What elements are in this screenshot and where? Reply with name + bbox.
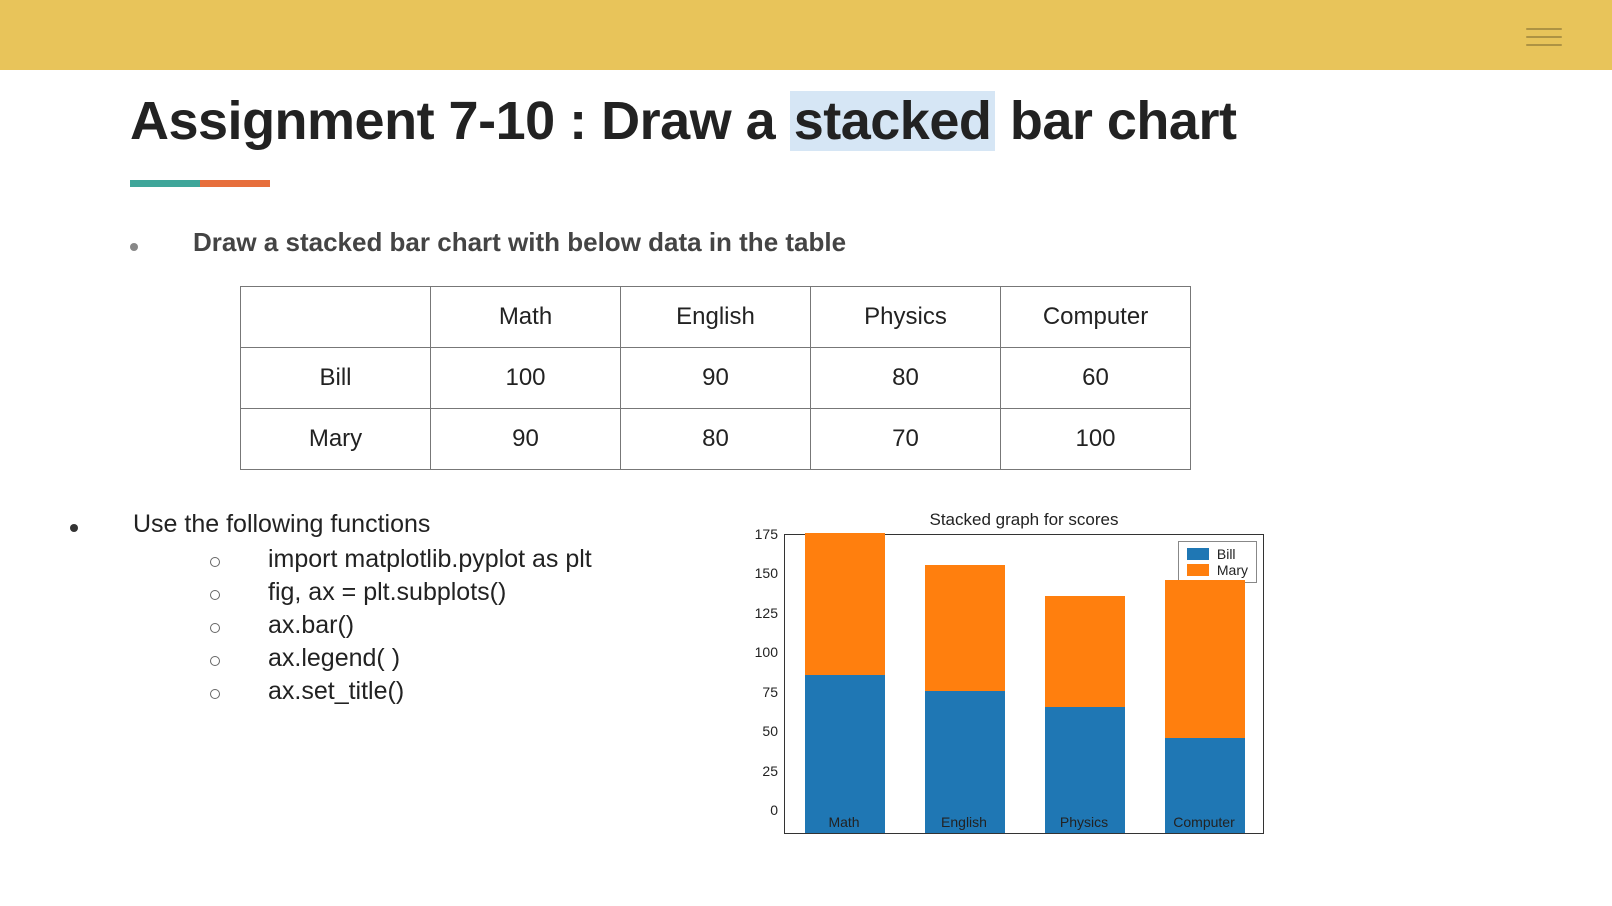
list-item: ax.legend( ): [210, 644, 730, 673]
row-name-mary: Mary: [241, 409, 431, 470]
cell: 80: [621, 409, 811, 470]
chart-y-axis: 0255075100125150175: [730, 510, 784, 810]
bullet-1: Draw a stacked bar chart with below data…: [130, 227, 1482, 258]
cell: 60: [1001, 348, 1191, 409]
cell: 80: [811, 348, 1001, 409]
functions-block: Use the following functions import matpl…: [130, 510, 730, 834]
chart-xlabel: Computer: [1144, 814, 1264, 830]
cell: 100: [431, 348, 621, 409]
chart-ytick: 175: [755, 526, 778, 542]
title-post: bar chart: [995, 91, 1236, 151]
table-row: Bill 100 90 80 60: [241, 348, 1191, 409]
circle-icon: [210, 623, 220, 633]
chart-bar: [1165, 580, 1245, 833]
legend-item: Mary: [1187, 562, 1248, 578]
chart-ytick: 25: [762, 763, 778, 779]
legend-label: Mary: [1217, 562, 1248, 578]
title-pre: Assignment 7-10 : Draw a: [130, 91, 790, 151]
data-table: Math English Physics Computer Bill 100 9…: [240, 286, 1191, 470]
bullet-1-text: Draw a stacked bar chart with below data…: [193, 227, 846, 258]
chart-plot-area: Bill Mary: [784, 534, 1264, 834]
chart-ytick: 125: [755, 605, 778, 621]
legend-item: Bill: [1187, 546, 1248, 562]
bullet-dot-icon: [70, 524, 78, 532]
chart-ytick: 75: [762, 684, 778, 700]
table-header-row: Math English Physics Computer: [241, 287, 1191, 348]
circle-icon: [210, 590, 220, 600]
legend-label: Bill: [1217, 546, 1236, 562]
col-computer: Computer: [1001, 287, 1191, 348]
chart-x-labels: MathEnglishPhysicsComputer: [784, 814, 1264, 830]
chart-ytick: 150: [755, 565, 778, 581]
func-text: ax.legend( ): [268, 644, 400, 673]
menu-icon[interactable]: [1526, 22, 1562, 52]
chart-ytick: 100: [755, 644, 778, 660]
page-title: Assignment 7-10 : Draw a stacked bar cha…: [130, 90, 1482, 152]
chart-xlabel: Physics: [1024, 814, 1144, 830]
circle-icon: [210, 689, 220, 699]
col-physics: Physics: [811, 287, 1001, 348]
legend-swatch-icon: [1187, 564, 1209, 576]
cell: 90: [431, 409, 621, 470]
table-corner-cell: [241, 287, 431, 348]
list-item: ax.set_title(): [210, 677, 730, 706]
circle-icon: [210, 656, 220, 666]
top-banner: [0, 0, 1612, 70]
row-name-bill: Bill: [241, 348, 431, 409]
list-item: import matplotlib.pyplot as plt: [210, 545, 730, 574]
chart-xlabel: Math: [784, 814, 904, 830]
func-text: ax.bar(): [268, 611, 354, 640]
chart-bar: [925, 565, 1005, 833]
cell: 100: [1001, 409, 1191, 470]
chart-legend: Bill Mary: [1178, 541, 1257, 583]
chart-ytick: 0: [770, 802, 778, 818]
chart-title: Stacked graph for scores: [784, 510, 1264, 530]
col-english: English: [621, 287, 811, 348]
chart-bar: [1045, 596, 1125, 833]
title-highlight: stacked: [790, 91, 996, 151]
func-text: ax.set_title(): [268, 677, 404, 706]
chart-xlabel: English: [904, 814, 1024, 830]
slide-content: Assignment 7-10 : Draw a stacked bar cha…: [0, 70, 1612, 834]
chart-bar: [805, 533, 885, 833]
cell: 70: [811, 409, 1001, 470]
chart-container: Stacked graph for scores 0 25 50 75 100 125 15…: [730, 510, 1482, 834]
bullet-2-text: Use the following functions: [133, 510, 430, 539]
legend-swatch-icon: [1187, 548, 1209, 560]
bullet-dot-icon: [130, 243, 138, 251]
func-text: fig, ax = plt.subplots(): [268, 578, 506, 607]
list-item: fig, ax = plt.subplots(): [210, 578, 730, 607]
col-math: Math: [431, 287, 621, 348]
func-text: import matplotlib.pyplot as plt: [268, 545, 592, 574]
cell: 90: [621, 348, 811, 409]
circle-icon: [210, 557, 220, 567]
chart-ytick: 50: [762, 723, 778, 739]
accent-divider: [130, 180, 1482, 187]
list-item: ax.bar(): [210, 611, 730, 640]
table-row: Mary 90 80 70 100: [241, 409, 1191, 470]
